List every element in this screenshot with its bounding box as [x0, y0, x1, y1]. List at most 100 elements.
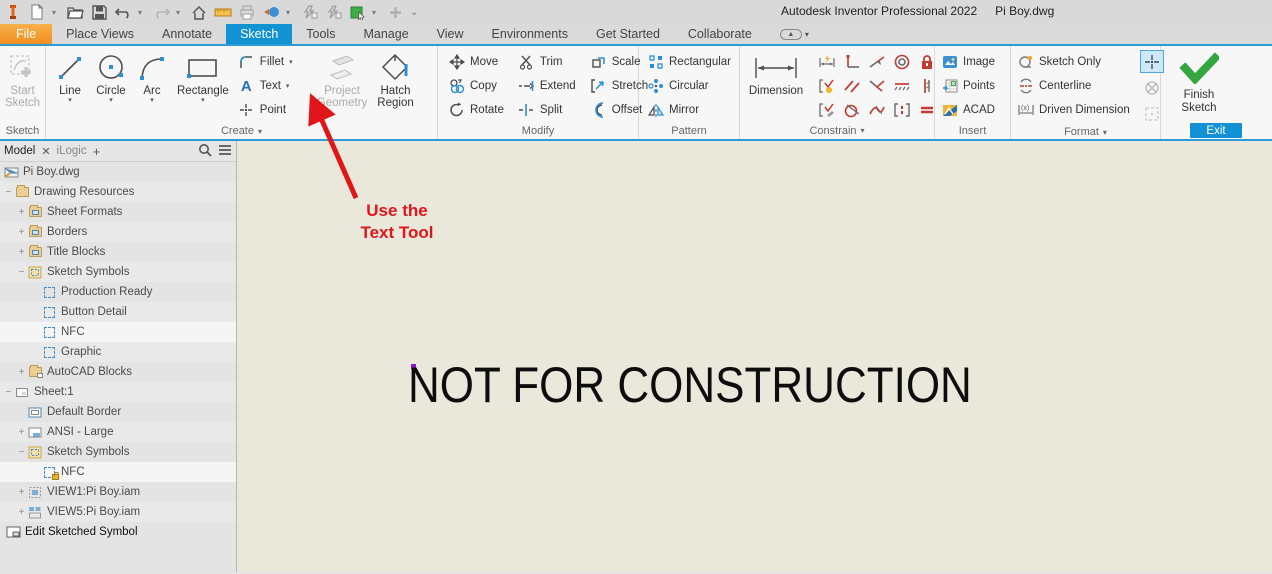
acad-button[interactable]: ACAD [939, 99, 997, 121]
inventor-logo-icon[interactable] [4, 3, 22, 21]
redo-icon[interactable] [152, 3, 170, 21]
move-button[interactable]: Move [446, 51, 506, 73]
tab-environments[interactable]: Environments [478, 24, 582, 44]
tree-row-ansi-large[interactable]: + ANSI - Large [0, 422, 236, 442]
panel-label-insert[interactable]: Insert [935, 123, 1010, 139]
parallel-icon[interactable] [839, 74, 864, 98]
show-constraints-icon[interactable] [814, 74, 839, 98]
panel-label-format[interactable]: Format ▾ [1011, 125, 1160, 139]
browser-search-icon[interactable] [198, 143, 212, 160]
tree-row-root[interactable]: Pi Boy.dwg [0, 162, 236, 182]
new-file-icon[interactable] [28, 3, 46, 21]
tree-row-title-blocks[interactable]: + Title Blocks [0, 242, 236, 262]
tree-row-sheet1[interactable]: − Sheet:1 [0, 382, 236, 402]
fillet-dropdown-icon[interactable]: ▾ [289, 58, 293, 66]
tree-row-sketch-symbols[interactable]: − Sketch Symbols [0, 262, 236, 282]
customize-toolbar-icon[interactable]: ⌄ [410, 7, 418, 18]
browser-tab-ilogic[interactable]: iLogic [57, 145, 87, 157]
copy-button[interactable]: Copy [446, 75, 506, 97]
ilogic-trigger-b-icon[interactable] [324, 3, 342, 21]
tree-row-button-detail[interactable]: Button Detail [0, 302, 236, 322]
text-button[interactable]: A Text ▾ [236, 75, 310, 97]
symmetric-icon[interactable] [889, 98, 914, 122]
return-dropdown-icon[interactable]: ▾ [286, 8, 294, 17]
split-button[interactable]: Split [516, 99, 578, 121]
tree-row-edit-sketched-symbol[interactable]: Edit Sketched Symbol [0, 522, 236, 542]
concentric-icon[interactable] [889, 50, 914, 74]
expand-icon[interactable]: + [16, 367, 27, 378]
driven-dimension-button[interactable]: (x) Driven Dimension [1015, 99, 1132, 121]
appearance-picker-icon[interactable] [348, 3, 366, 21]
rectangle-dropdown-icon[interactable]: ▾ [201, 97, 205, 104]
tree-row-sketch-symbols-2[interactable]: − Sketch Symbols [0, 442, 236, 462]
tab-tools[interactable]: Tools [292, 24, 349, 44]
tree-row-borders[interactable]: + Borders [0, 222, 236, 242]
redo-dropdown-icon[interactable]: ▾ [176, 8, 184, 17]
ribbon-collapse-control[interactable]: ▲ ▾ [779, 24, 809, 44]
tree-row-graphic[interactable]: Graphic [0, 342, 236, 362]
tab-file[interactable]: File [0, 24, 53, 44]
trim-button[interactable]: Trim [516, 51, 578, 73]
collapse-icon[interactable]: − [3, 387, 14, 398]
ilogic-trigger-a-icon[interactable] [300, 3, 318, 21]
undo-icon[interactable] [114, 3, 132, 21]
collapse-icon[interactable]: − [16, 267, 27, 278]
expand-icon[interactable]: + [16, 427, 27, 438]
print-icon[interactable] [238, 3, 256, 21]
expand-icon[interactable]: + [16, 227, 27, 238]
expand-icon[interactable]: + [16, 207, 27, 218]
tree-row-autocad-blocks[interactable]: + AutoCAD Blocks [0, 362, 236, 382]
collapse-icon[interactable]: − [16, 447, 27, 458]
tree-row-production-ready[interactable]: Production Ready [0, 282, 236, 302]
drawing-canvas[interactable]: NOT FOR CONSTRUCTION Use the Text Tool [237, 141, 1272, 572]
perpendicular-icon[interactable] [839, 50, 864, 74]
line-button[interactable]: Line ▾ [51, 49, 89, 106]
panel-label-create[interactable]: Create ▾ [46, 123, 437, 139]
circle-dropdown-icon[interactable]: ▾ [109, 97, 113, 104]
tree-row-default-border[interactable]: Default Border [0, 402, 236, 422]
expand-icon[interactable]: + [16, 487, 27, 498]
tree-row-sheet-formats[interactable]: + Sheet Formats [0, 202, 236, 222]
undo-dropdown-icon[interactable]: ▾ [138, 8, 146, 17]
browser-tab-model[interactable]: Model [4, 145, 35, 157]
tangent-icon[interactable] [864, 74, 889, 98]
project-geometry-button[interactable]: Project Geometry [313, 49, 372, 111]
points-button[interactable]: Points [939, 75, 997, 97]
mirror-button[interactable]: Mirror [645, 99, 733, 121]
tree-row-nfc[interactable]: NFC [0, 322, 236, 342]
text-dropdown-icon[interactable]: ▾ [286, 82, 290, 90]
home-icon[interactable] [190, 3, 208, 21]
sketch-only-button[interactable]: Sketch Only [1015, 51, 1132, 73]
constraint-settings-icon[interactable] [814, 98, 839, 122]
smooth-icon[interactable] [864, 98, 889, 122]
tab-get-started[interactable]: Get Started [582, 24, 674, 44]
tree-row-view5[interactable]: + VIEW5:Pi Boy.iam [0, 502, 236, 522]
save-icon[interactable] [90, 3, 108, 21]
appearance-dropdown-icon[interactable]: ▾ [372, 8, 380, 17]
browser-close-icon[interactable]: ✕ [41, 145, 50, 158]
extend-button[interactable]: Extend [516, 75, 578, 97]
rectangle-button[interactable]: Rectangle ▾ [173, 49, 233, 106]
arc-dropdown-icon[interactable]: ▾ [150, 97, 154, 104]
expand-icon[interactable]: + [16, 507, 27, 518]
sketch-text[interactable]: NOT FOR CONSTRUCTION [408, 356, 972, 414]
open-file-icon[interactable] [66, 3, 84, 21]
tree-row-nfc-locked[interactable]: NFC [0, 462, 236, 482]
browser-menu-icon[interactable] [218, 144, 232, 159]
tree-row-drawing-resources[interactable]: − Drawing Resources [0, 182, 236, 202]
horizontal-icon[interactable] [889, 74, 914, 98]
tab-collaborate[interactable]: Collaborate [674, 24, 766, 44]
add-command-icon[interactable] [386, 3, 404, 21]
circle-button[interactable]: Circle ▾ [91, 49, 131, 106]
tab-sketch[interactable]: Sketch [226, 24, 293, 44]
rectangular-pattern-button[interactable]: Rectangular [645, 51, 733, 73]
tab-place-views[interactable]: Place Views [52, 24, 148, 44]
start-sketch-button[interactable]: Start Sketch [1, 49, 44, 111]
line-dropdown-icon[interactable]: ▾ [68, 97, 72, 104]
auto-dimension-icon[interactable] [814, 50, 839, 74]
panel-label-constrain[interactable]: Constrain ▾ [740, 122, 934, 139]
browser-add-tab-icon[interactable]: + [93, 144, 101, 159]
image-button[interactable]: Image [939, 51, 997, 73]
tree-row-view1[interactable]: + VIEW1:Pi Boy.iam [0, 482, 236, 502]
measure-icon[interactable] [214, 3, 232, 21]
